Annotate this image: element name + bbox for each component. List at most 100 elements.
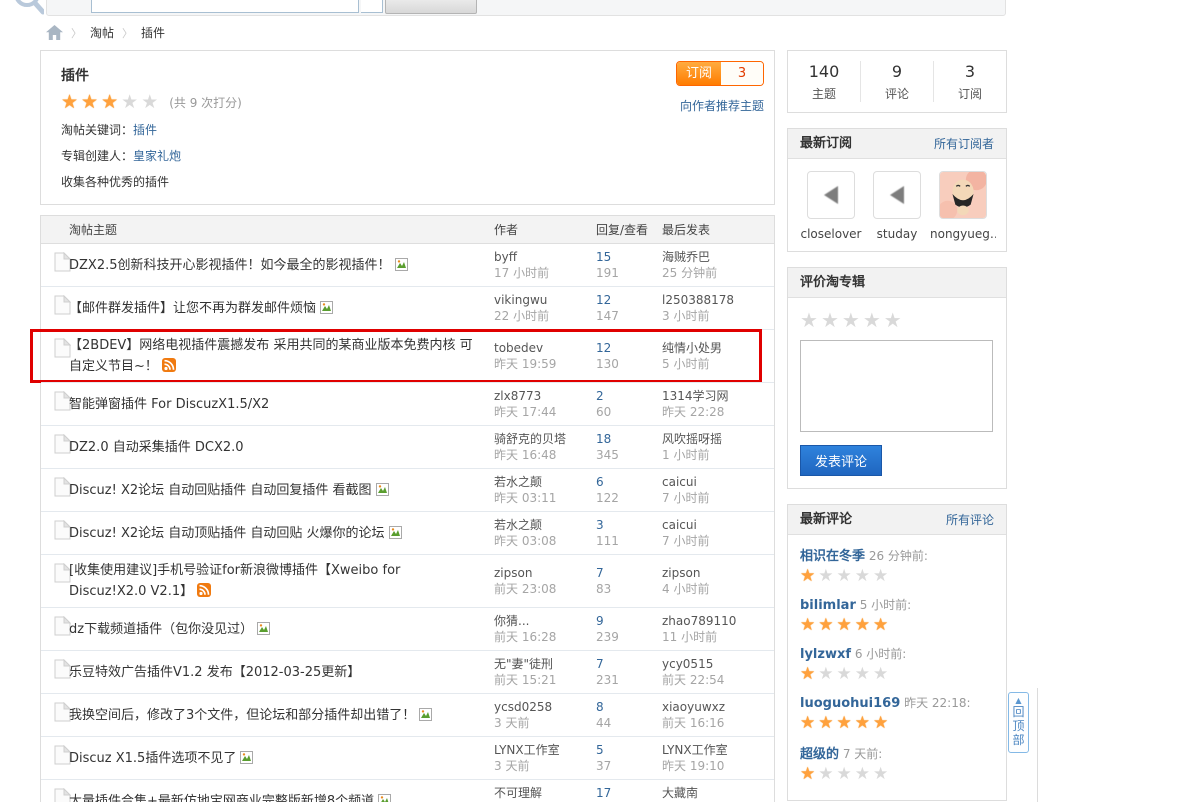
author-time: 昨天 03:08 — [494, 534, 557, 548]
thread-title-link[interactable]: Discuz X1.5插件选项不见了 — [69, 751, 236, 766]
comment-time: 26 分钟前: — [868, 549, 928, 563]
thread-title-link[interactable]: 乐豆特效广告插件V1.2 发布【2012-03-25更新】 — [69, 665, 360, 680]
thread-title-link[interactable]: DZ2.0 自动采集插件 DCX2.0 — [69, 440, 244, 455]
lastpost-time: 前天 22:54 — [662, 673, 725, 687]
reply-count-link[interactable]: 3 — [596, 517, 662, 533]
keyword-link[interactable]: 插件 — [133, 123, 157, 137]
thread-title-link[interactable]: 大量插件合集+最新仿地宝网商业完整版新增8个频道 — [69, 794, 374, 802]
reply-count-link[interactable]: 6 — [596, 474, 662, 490]
thread-replies-cell: 12 130 — [596, 340, 662, 372]
reply-count-link[interactable]: 12 — [596, 292, 662, 308]
reply-count-link[interactable]: 5 — [596, 742, 662, 758]
author-link[interactable]: 骑舒克的贝塔 — [494, 431, 596, 447]
author-link[interactable]: 若水之颠 — [494, 474, 596, 490]
author-time: 17 小时前 — [494, 266, 550, 280]
creator-link[interactable]: 皇家礼炮 — [133, 149, 181, 163]
author-link[interactable]: ycsd0258 — [494, 699, 596, 715]
comment-user-link[interactable]: 相识在冬季 — [800, 549, 865, 564]
reply-count-link[interactable]: 7 — [596, 565, 662, 581]
subscriber-name[interactable]: closelover — [798, 227, 864, 241]
table-row: 我换空间后，修改了3个文件，但论坛和部分插件却出错了！ ycsd0258 3 天… — [41, 693, 774, 736]
view-count: 345 — [596, 448, 619, 462]
search-input[interactable] — [91, 0, 359, 13]
breadcrumb-link-taotie[interactable]: 淘帖 — [90, 24, 114, 41]
home-icon[interactable] — [46, 25, 63, 40]
avatar[interactable] — [939, 171, 987, 219]
view-count: 44 — [596, 716, 612, 730]
thread-title-link[interactable]: 【邮件群发插件】让您不再为群发邮件烦恼 — [69, 301, 316, 316]
thread-title-link[interactable]: 我换空间后，修改了3个文件，但论坛和部分插件却出错了！ — [69, 708, 415, 723]
lastpost-user-link[interactable]: zipson — [662, 565, 774, 581]
reply-count-link[interactable]: 12 — [596, 340, 662, 356]
thread-title-link[interactable]: Discuz! X2论坛 自动回贴插件 自动回复插件 看截图 — [69, 483, 372, 498]
lastpost-user-link[interactable]: zhao789110 — [662, 613, 774, 629]
lastpost-user-link[interactable]: 海贼乔巴 — [662, 249, 774, 265]
lastpost-user-link[interactable]: 纯情小处男 — [662, 340, 774, 356]
author-link[interactable]: zlx8773 — [494, 388, 596, 404]
lastpost-user-link[interactable]: 风吹摇呀摇 — [662, 431, 774, 447]
lastpost-user-link[interactable]: xiaoyuwxz — [662, 699, 774, 715]
recommend-to-author-link[interactable]: 向作者推荐主题 — [680, 97, 764, 114]
reply-count-link[interactable]: 15 — [596, 249, 662, 265]
reply-count-link[interactable]: 9 — [596, 613, 662, 629]
reply-count-link[interactable]: 2 — [596, 388, 662, 404]
search-bar — [46, 0, 1006, 16]
attachment-icon — [378, 793, 392, 802]
search-type-dropdown[interactable] — [361, 0, 383, 13]
reply-count-link[interactable]: 8 — [596, 699, 662, 715]
subscriber: studay — [864, 171, 930, 241]
lastpost-time: 4 小时前 — [662, 582, 710, 596]
album-rating-stars[interactable]: ★★★★★ — [61, 93, 161, 112]
comment-user-link[interactable]: 超级的 — [800, 747, 839, 762]
comment-user-link[interactable]: luoguohui169 — [800, 696, 900, 711]
thread-title-link[interactable]: dz下载频道插件（包你没见过） — [69, 622, 253, 637]
lastpost-user-link[interactable]: caicui — [662, 474, 774, 490]
submit-comment-button[interactable]: 发表评论 — [800, 445, 883, 476]
all-subscribers-link[interactable]: 所有订阅者 — [934, 129, 994, 159]
subscriber-name[interactable]: nongyueg… — [930, 227, 996, 241]
thread-title-link[interactable]: [收集使用建议]手机号验证for新浪微博插件【Xweibo for Discuz… — [69, 563, 400, 599]
lastpost-user-link[interactable]: ycy0515 — [662, 656, 774, 672]
reply-count-link[interactable]: 17 — [596, 785, 662, 801]
subscriber: nongyueg… — [930, 171, 996, 241]
breadcrumb-link-current[interactable]: 插件 — [141, 24, 165, 41]
back-to-top-button[interactable]: ▲ 回顶部 — [1008, 692, 1029, 753]
thread-author-cell: 你猜... 前天 16:28 — [494, 613, 596, 645]
author-link[interactable]: vikingwu — [494, 292, 596, 308]
rate-input-stars[interactable]: ★★★★★ — [800, 310, 905, 330]
author-link[interactable]: byff — [494, 249, 596, 265]
subscribe-button[interactable]: 订阅 3 — [676, 61, 764, 86]
author-link[interactable]: 你猜... — [494, 613, 596, 629]
search-button[interactable] — [385, 0, 477, 14]
thread-title-link[interactable]: Discuz! X2论坛 自动顶贴插件 自动回贴 火爆你的论坛 — [69, 526, 385, 541]
reply-count-link[interactable]: 18 — [596, 431, 662, 447]
thread-title-link[interactable]: 智能弹窗插件 For DiscuzX1.5/X2 — [69, 397, 269, 412]
all-comments-link[interactable]: 所有评论 — [946, 505, 994, 535]
lastpost-user-link[interactable]: LYNX工作室 — [662, 742, 774, 758]
author-link[interactable]: 若水之颠 — [494, 517, 596, 533]
author-link[interactable]: zipson — [494, 565, 596, 581]
author-link[interactable]: 无"妻"徒刑 — [494, 656, 596, 672]
subscriber-name[interactable]: studay — [864, 227, 930, 241]
author-time: 昨天 19:59 — [494, 357, 557, 371]
subscribe-count: 3 — [721, 62, 763, 85]
avatar[interactable] — [873, 171, 921, 219]
comment-textarea[interactable] — [800, 340, 993, 432]
view-count: 147 — [596, 309, 619, 323]
lastpost-user-link[interactable]: 1314学习网 — [662, 388, 774, 404]
comment-user-link[interactable]: bilimlar — [800, 598, 856, 613]
avatar[interactable] — [807, 171, 855, 219]
lastpost-user-link[interactable]: caicui — [662, 517, 774, 533]
thread-title-link[interactable]: 【2BDEV】网络电视插件震撼发布 采用共同的某商业版本免费内核 可自定义节目~… — [69, 338, 473, 374]
thread-title-link[interactable]: DZX2.5创新科技开心影视插件！如今最全的影视插件！ — [69, 258, 391, 273]
lastpost-user-link[interactable]: 大藏南 — [662, 785, 774, 801]
reply-count-link[interactable]: 7 — [596, 656, 662, 672]
author-link[interactable]: 不可理解 — [494, 785, 596, 801]
comment-item: 超级的 7 天前: ★★★★★ — [800, 743, 994, 783]
stats-box: 140 主题 9 评论 3 订阅 — [787, 50, 1007, 113]
author-link[interactable]: LYNX工作室 — [494, 742, 596, 758]
comment-user-link[interactable]: lylzwxf — [800, 647, 851, 662]
author-link[interactable]: tobedev — [494, 340, 596, 356]
lastpost-user-link[interactable]: l250388178 — [662, 292, 774, 308]
album-rating-count: (共 9 次打分) — [169, 96, 242, 110]
